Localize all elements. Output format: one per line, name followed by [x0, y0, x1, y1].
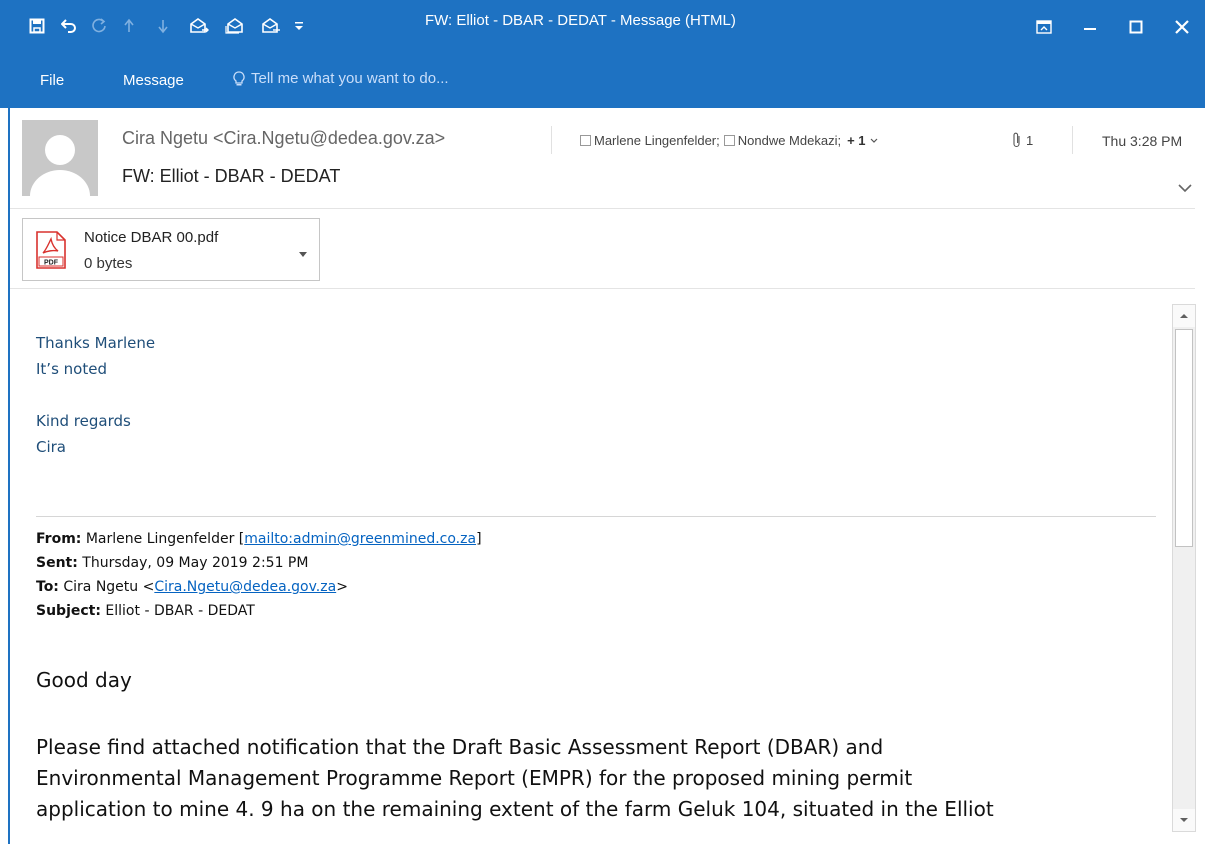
reply-line: Cira	[36, 438, 66, 456]
forward-separator	[36, 516, 1156, 517]
reply-line: It’s noted	[36, 360, 107, 378]
forwarded-header: From: Marlene Lingenfelder [mailto:admin…	[36, 527, 482, 623]
chevron-down-icon[interactable]	[870, 138, 878, 144]
lightbulb-icon	[233, 70, 245, 85]
ribbon-tabs: File Message Tell me what you want to do…	[0, 54, 1205, 108]
previous-item-icon[interactable]	[116, 13, 142, 39]
divider	[10, 288, 1195, 289]
reading-pane-edge	[8, 108, 10, 844]
save-icon[interactable]	[24, 13, 50, 39]
window-title: FW: Elliot - DBAR - DEDAT - Message (HTM…	[425, 12, 736, 29]
pdf-icon-label: PDF	[44, 260, 59, 267]
expand-header-icon[interactable]	[1178, 180, 1192, 198]
message-subject: FW: Elliot - DBAR - DEDAT	[122, 166, 341, 186]
body-paragraph: Please find attached notification that t…	[36, 735, 994, 821]
divider	[1072, 126, 1073, 154]
message-body: Thanks Marlene It’s noted Kind regards C…	[36, 330, 1156, 460]
sent-line: Sent: Thursday, 09 May 2019 2:51 PM	[36, 555, 309, 571]
scrollbar-thumb[interactable]	[1175, 329, 1193, 547]
from-mail-link[interactable]: mailto:admin@greenmined.co.za	[244, 531, 476, 547]
forward-icon[interactable]	[258, 13, 284, 39]
scroll-down-icon[interactable]	[1173, 809, 1195, 831]
vertical-scrollbar[interactable]	[1172, 304, 1196, 832]
redo-icon[interactable]	[86, 13, 112, 39]
sender[interactable]: Cira Ngetu <Cira.Ngetu@dedea.gov.za>	[122, 128, 445, 149]
reply-text: Thanks Marlene It’s noted Kind regards C…	[36, 330, 1156, 460]
person-icon	[30, 135, 90, 196]
reply-icon[interactable]	[186, 13, 212, 39]
tell-me-placeholder: Tell me what you want to do...	[251, 70, 449, 87]
more-recipients[interactable]: + 1	[847, 133, 865, 148]
next-item-icon[interactable]	[150, 13, 176, 39]
window-controls	[1021, 0, 1205, 54]
divider	[10, 208, 1195, 209]
reply-all-icon[interactable]	[222, 13, 248, 39]
tell-me-search[interactable]: Tell me what you want to do...	[233, 70, 449, 87]
reply-line: Kind regards	[36, 412, 131, 430]
title-bar: FW: Elliot - DBAR - DEDAT - Message (HTM…	[0, 0, 1205, 54]
pdf-file-icon: PDF	[36, 231, 66, 274]
attachment-size: 0 bytes	[84, 255, 133, 272]
subject-line: Subject: Elliot - DBAR - DEDAT	[36, 603, 255, 619]
chevron-down-icon[interactable]	[299, 245, 307, 263]
attachment-count-value: 1	[1026, 132, 1034, 148]
tab-message[interactable]: Message	[123, 72, 184, 89]
recipient-1[interactable]: Marlene Lingenfelder;	[594, 133, 720, 148]
greeting: Good day	[36, 668, 132, 692]
attachment-count: 1	[1012, 132, 1033, 148]
recipient-checkbox[interactable]	[723, 135, 735, 146]
quick-access-toolbar	[0, 8, 312, 44]
divider	[551, 126, 552, 154]
attachment-item[interactable]: PDF Notice DBAR 00.pdf 0 bytes	[22, 218, 320, 281]
customize-toolbar-icon[interactable]	[286, 13, 312, 39]
to-mail-link[interactable]: Cira.Ngetu@dedea.gov.za	[154, 579, 336, 595]
minimize-icon[interactable]	[1067, 0, 1113, 54]
close-icon[interactable]	[1159, 0, 1205, 54]
recipient-checkbox[interactable]	[580, 135, 591, 146]
recipient-2[interactable]: Nondwe Mdekazi;	[738, 133, 841, 148]
recipients: Marlene Lingenfelder; Nondwe Mdekazi; + …	[580, 133, 878, 148]
tab-file[interactable]: File	[40, 72, 64, 89]
attachment-name: Notice DBAR 00.pdf	[84, 229, 219, 246]
undo-icon[interactable]	[56, 13, 82, 39]
maximize-icon[interactable]	[1113, 0, 1159, 54]
paperclip-icon	[1013, 132, 1020, 148]
scroll-up-icon[interactable]	[1173, 305, 1195, 327]
reply-line: Thanks Marlene	[36, 334, 156, 352]
from-line: From: Marlene Lingenfelder [mailto:admin…	[36, 531, 482, 547]
avatar[interactable]	[22, 120, 98, 196]
sent-date: Thu 3:28 PM	[1102, 133, 1183, 149]
to-line: To: Cira Ngetu <Cira.Ngetu@dedea.gov.za>	[36, 579, 348, 595]
ribbon-display-options-icon[interactable]	[1021, 0, 1067, 54]
